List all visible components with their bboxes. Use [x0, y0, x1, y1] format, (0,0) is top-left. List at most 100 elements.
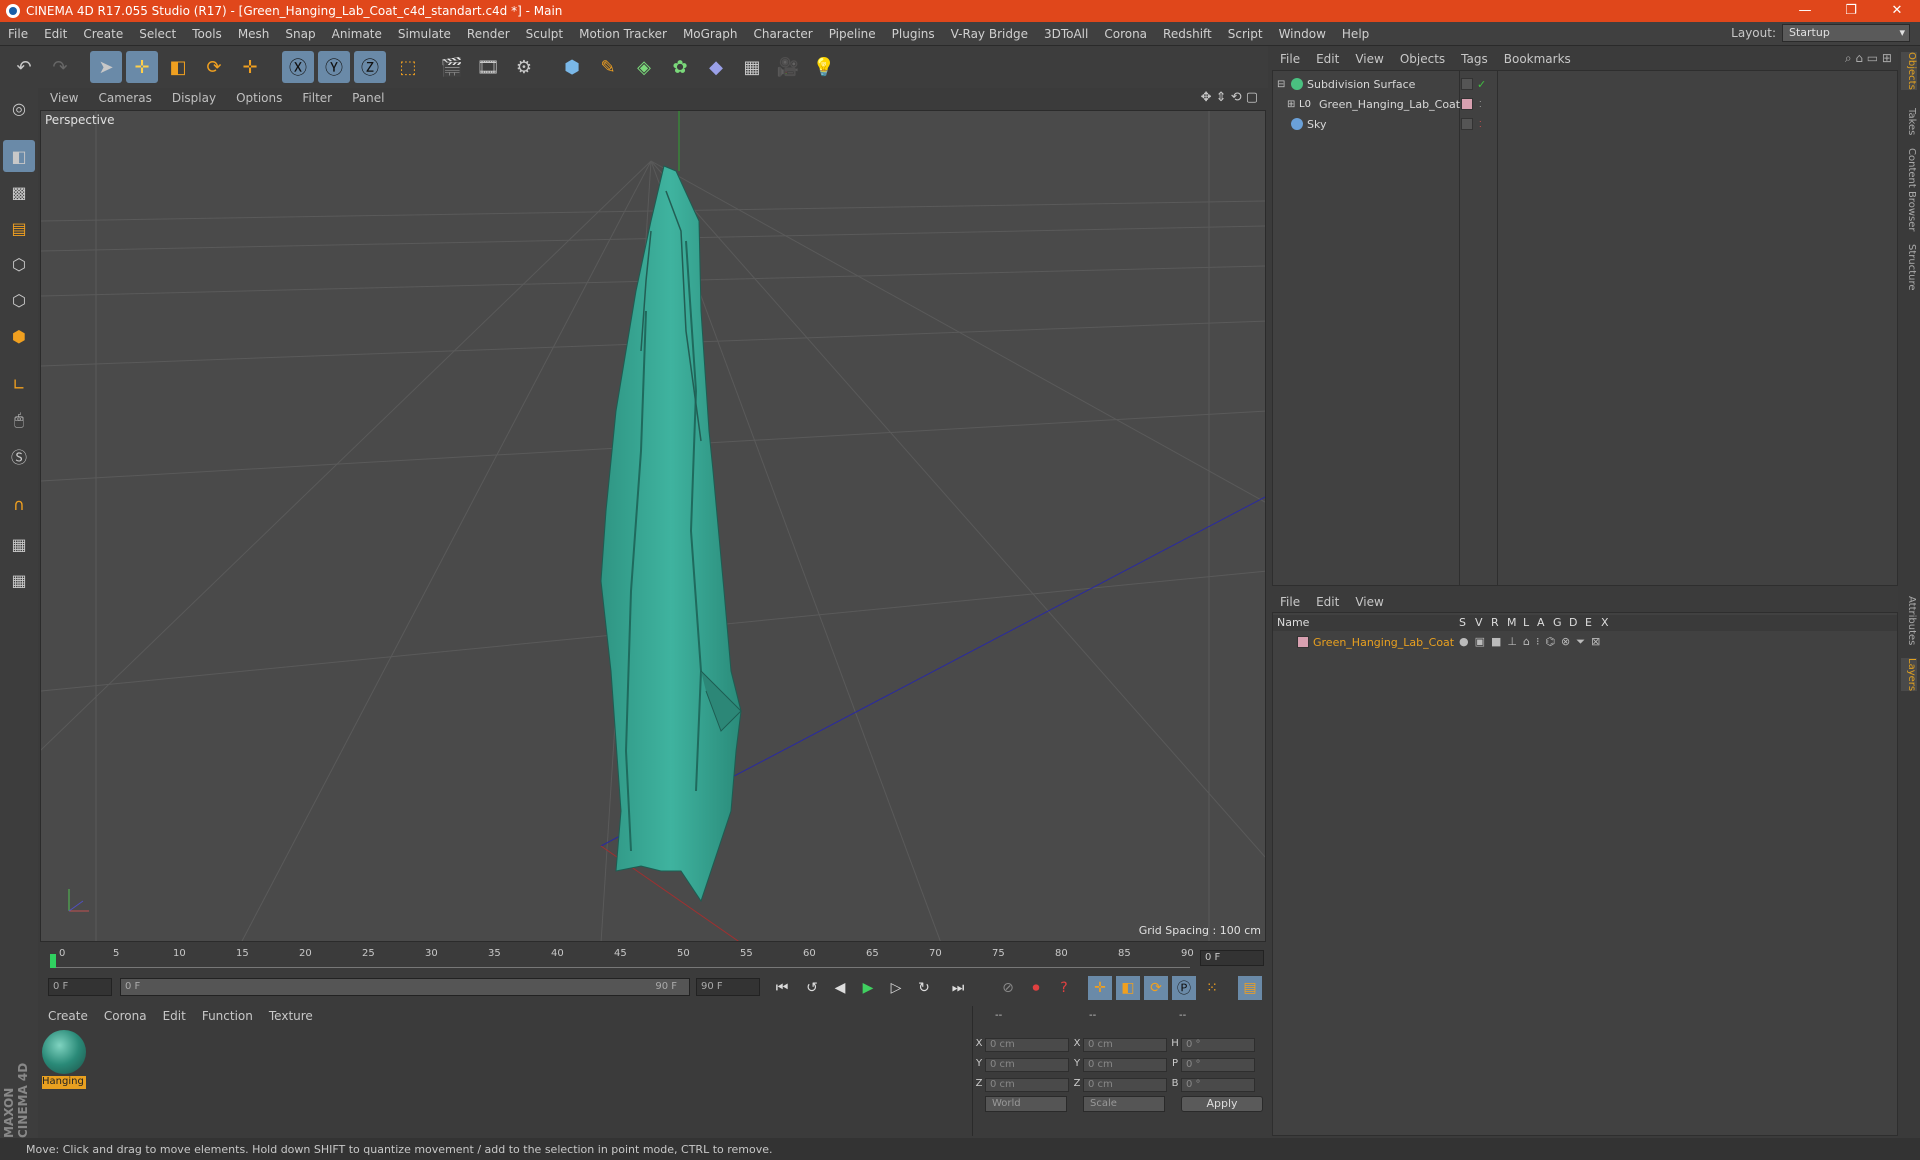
snap-magnet-icon[interactable]: ∩	[3, 488, 35, 520]
menu-select[interactable]: Select	[131, 27, 184, 41]
size-y-field[interactable]: 0 cm	[1083, 1058, 1167, 1072]
tab-attributes[interactable]: Attributes	[1901, 596, 1917, 645]
size-z-field[interactable]: 0 cm	[1083, 1078, 1167, 1092]
tab-layers[interactable]: Layers	[1901, 658, 1917, 692]
expand-icon[interactable]: ⊞	[1287, 99, 1295, 110]
material-name-label[interactable]: Hanging	[42, 1076, 86, 1089]
tweak-mode-icon[interactable]: 🖱	[3, 404, 35, 436]
object-menu-edit[interactable]: Edit	[1308, 52, 1347, 66]
texture-mode-icon[interactable]: ▩	[3, 176, 35, 208]
material-menu-texture[interactable]: Texture	[261, 1009, 321, 1023]
object-layer-color[interactable]	[1461, 98, 1473, 110]
material-menu-edit[interactable]: Edit	[155, 1009, 194, 1023]
render-picture-viewer-icon[interactable]: 🎞	[472, 51, 504, 83]
menu-pipeline[interactable]: Pipeline	[821, 27, 884, 41]
record-keys-icon[interactable]: ⊘	[996, 976, 1020, 1000]
polygons-mode-icon[interactable]: ⬢	[3, 320, 35, 352]
spline-pen-icon[interactable]: ✎	[592, 51, 624, 83]
points-mode-icon[interactable]: ⬡	[3, 248, 35, 280]
object-menu-file[interactable]: File	[1272, 52, 1308, 66]
object-row-subdivision[interactable]: ⊟ Subdivision Surface ✓	[1273, 75, 1897, 93]
tab-structure[interactable]: Structure	[1901, 244, 1917, 291]
rotation-h-field[interactable]: 0 °	[1181, 1038, 1255, 1052]
layer-menu-file[interactable]: File	[1272, 595, 1308, 609]
menu-snap[interactable]: Snap	[277, 27, 323, 41]
workplane-lock-icon[interactable]: ▦	[3, 528, 35, 560]
object-enabled-check[interactable]: ✓	[1477, 78, 1486, 91]
keyframe-selection-icon[interactable]: ?	[1052, 976, 1076, 1000]
key-parameter-icon[interactable]: Ⓟ	[1172, 976, 1196, 1000]
redo-icon[interactable]: ↷	[44, 51, 76, 83]
menu-create[interactable]: Create	[75, 27, 131, 41]
menu-character[interactable]: Character	[745, 27, 820, 41]
object-menu-tags[interactable]: Tags	[1453, 52, 1496, 66]
make-editable-icon[interactable]: ◎	[3, 92, 35, 124]
tab-content-browser[interactable]: Content Browser	[1901, 148, 1917, 231]
select-arrow-icon[interactable]: ➤	[90, 51, 122, 83]
close-button[interactable]: ✕	[1874, 0, 1920, 22]
planar-workplane-icon[interactable]: ▦	[3, 564, 35, 596]
menu-corona[interactable]: Corona	[1096, 27, 1155, 41]
move-tool-icon[interactable]: ✛	[126, 51, 158, 83]
object-visibility-dots[interactable]: ⁚	[1479, 120, 1482, 129]
tab-objects[interactable]: Objects	[1901, 52, 1917, 90]
render-settings-icon[interactable]: ⚙	[508, 51, 540, 83]
menu-motion-tracker[interactable]: Motion Tracker	[571, 27, 675, 41]
menu-sculpt[interactable]: Sculpt	[518, 27, 571, 41]
layer-toggle-icons[interactable]: ●▣■⊥⌂⁝⌬⊗⏷⊠	[1459, 635, 1606, 649]
viewport-menu-view[interactable]: View	[40, 91, 88, 105]
cube-primitive-icon[interactable]: ⬢	[556, 51, 588, 83]
menu-mesh[interactable]: Mesh	[230, 27, 278, 41]
minimize-button[interactable]: —	[1782, 0, 1828, 22]
autokey-icon[interactable]: ⏺	[1024, 976, 1048, 1000]
coordinate-space-dropdown[interactable]: World	[985, 1096, 1067, 1112]
current-frame-field[interactable]: 0 F	[1200, 950, 1264, 966]
goto-start-icon[interactable]: ⏮	[770, 976, 794, 1000]
previous-frame-icon[interactable]: ◀	[828, 976, 852, 1000]
material-menu-corona[interactable]: Corona	[96, 1009, 155, 1023]
next-key-icon[interactable]: ↻	[912, 976, 936, 1000]
object-tag-toggle[interactable]	[1461, 78, 1473, 90]
key-pla-icon[interactable]: ⁙	[1200, 976, 1224, 1000]
object-visibility-dots[interactable]: ⁚	[1479, 100, 1482, 109]
camera-icon[interactable]: 🎥	[772, 51, 804, 83]
menu-script[interactable]: Script	[1220, 27, 1271, 41]
object-menu-view[interactable]: View	[1347, 52, 1391, 66]
previous-key-icon[interactable]: ↺	[800, 976, 824, 1000]
menu-3dtoall[interactable]: 3DToAll	[1036, 27, 1096, 41]
menu-tools[interactable]: Tools	[184, 27, 230, 41]
playhead-marker[interactable]	[50, 954, 56, 968]
solo-mode-icon[interactable]: Ⓢ	[3, 440, 35, 472]
material-menu-create[interactable]: Create	[40, 1009, 96, 1023]
menu-render[interactable]: Render	[459, 27, 518, 41]
position-y-field[interactable]: 0 cm	[985, 1058, 1069, 1072]
axis-mode-icon[interactable]: ∟	[3, 368, 35, 400]
workplane-mode-icon[interactable]: ▤	[3, 212, 35, 244]
viewport-menu-display[interactable]: Display	[162, 91, 226, 105]
x-axis-lock-icon[interactable]: Ⓧ	[282, 51, 314, 83]
apply-button[interactable]: Apply	[1181, 1096, 1263, 1112]
expand-icon[interactable]: ⊟	[1277, 79, 1285, 90]
floor-scene-icon[interactable]: ▦	[736, 51, 768, 83]
menu-help[interactable]: Help	[1334, 27, 1377, 41]
scale-tool-icon[interactable]: ◧	[162, 51, 194, 83]
layer-row[interactable]: Green_Hanging_Lab_Coat ●▣■⊥⌂⁝⌬⊗⏷⊠	[1273, 633, 1897, 651]
rotation-p-field[interactable]: 0 °	[1181, 1058, 1255, 1072]
undo-icon[interactable]: ↶	[8, 51, 40, 83]
edges-mode-icon[interactable]: ⬡	[3, 284, 35, 316]
menu-vray-bridge[interactable]: V-Ray Bridge	[943, 27, 1036, 41]
layout-dropdown[interactable]: Startup	[1782, 24, 1910, 42]
object-tag-toggle[interactable]	[1461, 118, 1473, 130]
render-view-icon[interactable]: 🎬	[436, 51, 468, 83]
viewport-menu-cameras[interactable]: Cameras	[88, 91, 161, 105]
viewport-navigation-icons[interactable]: ✥ ⇕ ⟲ ▢	[1201, 90, 1258, 105]
object-menu-bookmarks[interactable]: Bookmarks	[1496, 52, 1579, 66]
key-position-icon[interactable]: ✛	[1088, 976, 1112, 1000]
viewport-menu-options[interactable]: Options	[226, 91, 292, 105]
start-frame-field[interactable]: 0 F	[48, 978, 112, 996]
coordinate-system-icon[interactable]: ⬚	[392, 51, 424, 83]
maximize-button[interactable]: ❐	[1828, 0, 1874, 22]
y-axis-lock-icon[interactable]: Ⓨ	[318, 51, 350, 83]
material-swatch[interactable]	[42, 1030, 86, 1074]
layer-color-swatch[interactable]	[1297, 636, 1309, 648]
